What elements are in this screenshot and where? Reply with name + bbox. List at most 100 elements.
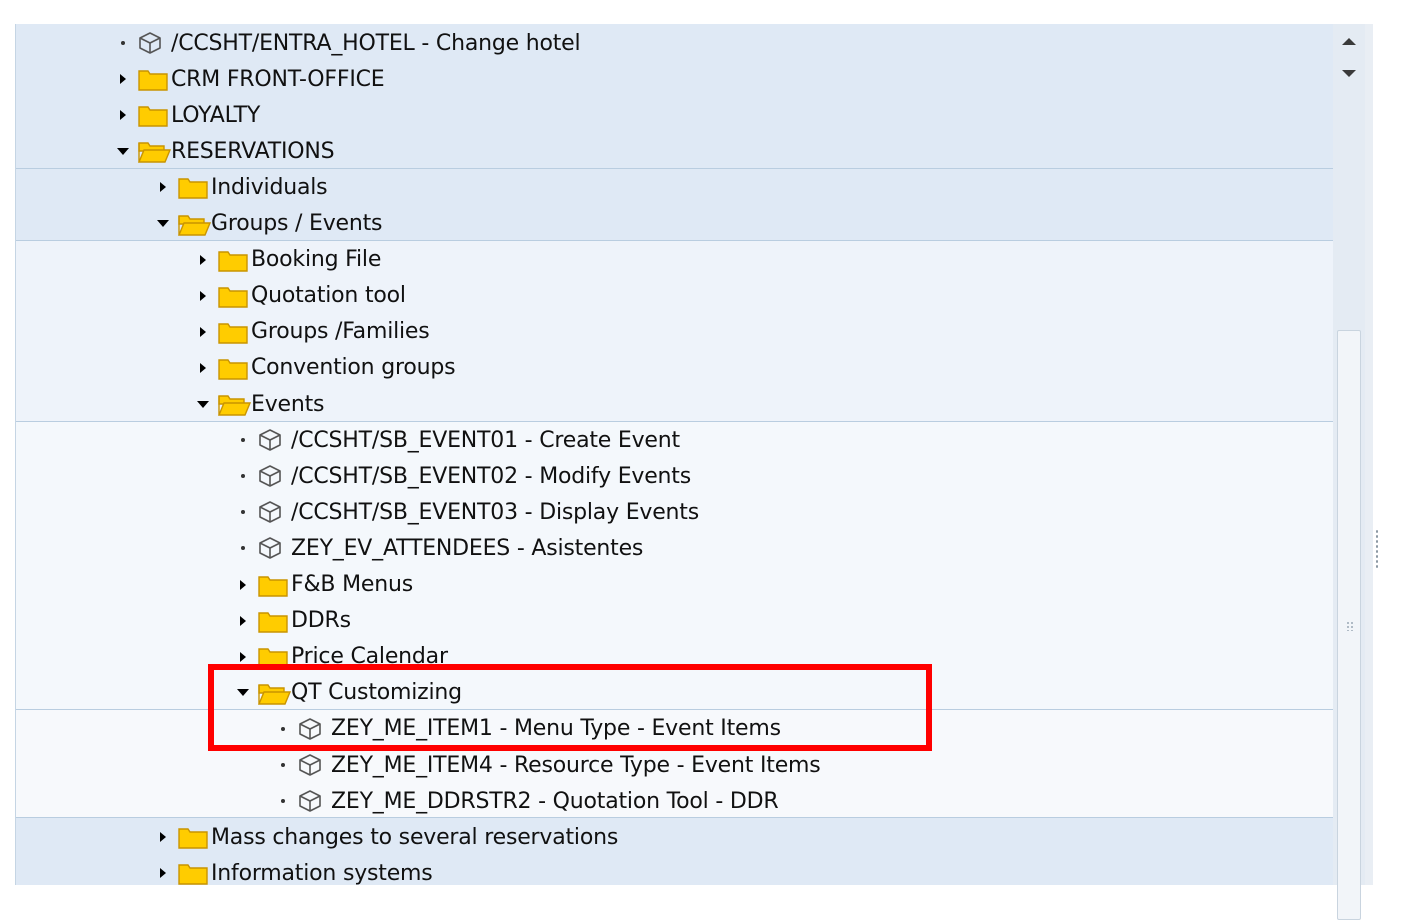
tree-node[interactable]: Groups /Families bbox=[16, 314, 1334, 350]
folder-icon bbox=[253, 644, 291, 670]
triangle-right-icon bbox=[240, 615, 246, 626]
expand-toggle[interactable] bbox=[193, 254, 213, 265]
tree-node[interactable]: Price Calendar bbox=[16, 639, 1334, 675]
expand-toggle[interactable] bbox=[193, 326, 213, 337]
tree-node[interactable]: /CCSHT/ENTRA_HOTEL - Change hotel bbox=[16, 25, 1334, 61]
tree-node[interactable]: ZEY_ME_DDRSTR2 - Quotation Tool - DDR bbox=[16, 783, 1334, 819]
triangle-right-icon bbox=[200, 254, 206, 265]
tree-node-label: Information systems bbox=[211, 860, 433, 885]
folder-icon bbox=[213, 355, 251, 381]
tree-node[interactable]: Quotation tool bbox=[16, 278, 1334, 314]
splitter-grip-icon bbox=[1375, 529, 1379, 569]
scroll-up-button[interactable] bbox=[1333, 26, 1365, 56]
tree-node[interactable]: ZEY_ME_ITEM4 - Resource Type - Event Ite… bbox=[16, 747, 1334, 783]
triangle-down-icon bbox=[237, 689, 249, 697]
folder-icon bbox=[213, 247, 251, 273]
folder-open-icon bbox=[253, 680, 291, 706]
expand-toggle[interactable] bbox=[113, 110, 133, 121]
leaf-marker bbox=[233, 510, 253, 515]
triangle-right-icon bbox=[200, 290, 206, 301]
expand-toggle[interactable] bbox=[233, 651, 253, 662]
folder-icon bbox=[213, 283, 251, 309]
tree-node-label: ZEY_ME_ITEM1 - Menu Type - Event Items bbox=[331, 716, 781, 742]
scroll-down-button[interactable] bbox=[1333, 58, 1365, 88]
leaf-marker bbox=[273, 763, 293, 767]
tree-node-label: Events bbox=[251, 391, 325, 417]
tree-node-label: Groups / Events bbox=[211, 211, 383, 236]
tree-node[interactable]: Convention groups bbox=[16, 350, 1334, 386]
bullet-icon bbox=[281, 763, 285, 767]
tree-node[interactable]: QT Customizing bbox=[16, 675, 1334, 711]
cube-icon bbox=[293, 716, 331, 742]
expand-toggle[interactable] bbox=[193, 362, 213, 373]
tree-node-label: DDRs bbox=[291, 608, 351, 634]
arrow-down-icon bbox=[1342, 69, 1356, 77]
folder-icon bbox=[253, 572, 291, 598]
leaf-marker bbox=[233, 438, 253, 443]
tree-node[interactable]: CRM FRONT-OFFICE bbox=[16, 61, 1334, 97]
triangle-right-icon bbox=[160, 868, 166, 879]
bullet-icon bbox=[121, 41, 125, 45]
expand-toggle[interactable] bbox=[193, 290, 213, 301]
expand-toggle[interactable] bbox=[233, 615, 253, 626]
triangle-down-icon bbox=[197, 400, 209, 408]
leaf-marker bbox=[233, 546, 253, 551]
pane-border bbox=[1365, 24, 1373, 885]
expand-toggle[interactable] bbox=[233, 579, 253, 590]
tree-node[interactable]: /CCSHT/SB_EVENT02 - Modify Events bbox=[16, 458, 1334, 494]
tree-node[interactable]: F&B Menus bbox=[16, 567, 1334, 603]
triangle-down-icon bbox=[157, 220, 169, 227]
tree-node[interactable]: Information systems bbox=[16, 855, 1334, 885]
expand-toggle[interactable] bbox=[153, 868, 173, 879]
folder-open-icon bbox=[133, 138, 171, 164]
triangle-right-icon bbox=[120, 110, 126, 121]
cube-icon bbox=[133, 30, 171, 56]
expand-toggle[interactable] bbox=[193, 400, 213, 408]
expand-toggle[interactable] bbox=[153, 832, 173, 843]
tree-node[interactable]: ZEY_ME_ITEM1 - Menu Type - Event Items bbox=[16, 711, 1334, 747]
cube-icon bbox=[253, 499, 291, 525]
tree-node[interactable]: /CCSHT/SB_EVENT03 - Display Events bbox=[16, 494, 1334, 530]
folder-icon bbox=[133, 66, 171, 92]
tree-node[interactable]: ZEY_EV_ATTENDEES - Asistentes bbox=[16, 530, 1334, 566]
pane-splitter[interactable] bbox=[1373, 24, 1401, 885]
arrow-up-icon bbox=[1342, 37, 1356, 45]
bullet-icon bbox=[241, 438, 245, 443]
tree-node[interactable]: /CCSHT/SB_EVENT01 - Create Event bbox=[16, 422, 1334, 458]
expand-toggle[interactable] bbox=[153, 182, 173, 193]
folder-open-icon bbox=[213, 391, 251, 417]
tree-node[interactable]: Individuals bbox=[16, 169, 1334, 205]
tree-node-label: LOYALTY bbox=[171, 102, 261, 128]
triangle-down-icon bbox=[117, 147, 129, 155]
tree-node[interactable]: Booking File bbox=[16, 242, 1334, 278]
bullet-icon bbox=[281, 726, 285, 731]
expand-toggle[interactable] bbox=[113, 147, 133, 155]
tree-node-label: QT Customizing bbox=[291, 680, 462, 706]
tree-node[interactable]: Mass changes to several reservations bbox=[16, 819, 1334, 855]
folder-icon bbox=[133, 102, 171, 128]
triangle-right-icon bbox=[200, 326, 206, 337]
scroll-track[interactable] bbox=[1333, 90, 1365, 920]
expand-toggle[interactable] bbox=[233, 689, 253, 697]
tree-node[interactable]: Events bbox=[16, 386, 1334, 422]
leaf-marker bbox=[273, 799, 293, 804]
triangle-right-icon bbox=[120, 74, 126, 85]
tree-node[interactable]: LOYALTY bbox=[16, 97, 1334, 133]
tree-node-label: /CCSHT/SB_EVENT03 - Display Events bbox=[291, 499, 699, 525]
scroll-thumb[interactable] bbox=[1337, 330, 1361, 920]
tree-node[interactable]: RESERVATIONS bbox=[16, 133, 1334, 169]
tree-node[interactable]: Groups / Events bbox=[16, 206, 1334, 242]
triangle-right-icon bbox=[200, 362, 206, 373]
tree-node-label: Booking File bbox=[251, 247, 382, 273]
leaf-marker bbox=[233, 474, 253, 479]
cube-icon bbox=[253, 427, 291, 453]
vertical-scrollbar[interactable] bbox=[1333, 24, 1365, 920]
tree-node-label: CRM FRONT-OFFICE bbox=[171, 66, 385, 92]
cube-icon bbox=[253, 535, 291, 561]
tree-node[interactable]: DDRs bbox=[16, 603, 1334, 639]
folder-open-icon bbox=[173, 211, 211, 237]
expand-toggle[interactable] bbox=[153, 220, 173, 227]
leaf-marker bbox=[273, 726, 293, 731]
cube-icon bbox=[293, 788, 331, 814]
expand-toggle[interactable] bbox=[113, 74, 133, 85]
